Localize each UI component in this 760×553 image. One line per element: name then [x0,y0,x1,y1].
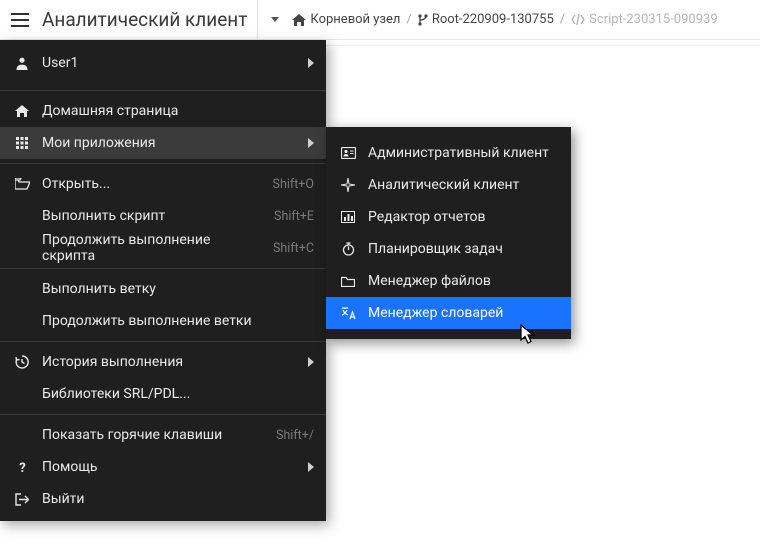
hamburger-icon [11,13,29,27]
chevron-right-icon [308,357,314,367]
menu-open-label: Открыть... [42,176,261,192]
menu-run-script-label: Выполнить скрипт [42,208,262,224]
menu-history-label: История выполнения [42,354,296,370]
menu-help-label: Помощь [42,459,296,475]
menu-hotkeys-shortcut: Shift+/ [276,428,314,443]
id-card-icon [340,147,356,159]
submenu-admin-client[interactable]: Административный клиент [326,137,571,169]
menu-open[interactable]: Открыть... Shift+O [0,168,326,200]
breadcrumb-root-label: Корневой узел [310,12,400,27]
menu-libraries-label: Библиотеки SRL/PDL... [42,386,314,402]
menu-exit-label: Выйти [42,491,314,507]
submenu-report-editor[interactable]: Редактор отчетов [326,201,571,233]
grid-icon [14,137,30,149]
menu-run-branch-label: Выполнить ветку [42,281,314,297]
menu-run-script-shortcut: Shift+E [274,209,314,224]
folder-icon [340,276,356,287]
top-bar: Аналитический клиент Корневой узел / Roo… [0,0,760,40]
help-icon: ? [14,461,30,474]
logout-icon [14,493,30,506]
menu-open-shortcut: Shift+O [273,177,314,192]
breadcrumb-node[interactable]: Root-220909-130755 [418,12,554,27]
menu-history[interactable]: История выполнения [0,346,326,378]
hamburger-menu-button[interactable] [6,6,34,34]
menu-user-label: User1 [42,55,296,71]
history-icon [14,355,30,369]
sparkle-icon [340,178,356,192]
title-dropdown-button[interactable] [266,6,284,34]
submenu-dictionary-manager-label: Менеджер словарей [368,305,559,321]
folder-open-icon [14,178,30,190]
menu-hotkeys-label: Показать горячие клавиши [42,427,264,443]
branch-icon [418,14,428,26]
main-menu: User1 Домашняя страница Мои приложения О… [0,40,326,521]
breadcrumb-script[interactable]: Script-230315-090939 [571,12,718,27]
menu-hotkeys[interactable]: Показать горячие клавиши Shift+/ [0,419,326,451]
menu-separator [0,414,326,415]
menu-my-apps-label: Мои приложения [42,135,296,151]
menu-libraries[interactable]: Библиотеки SRL/PDL... [0,378,326,410]
user-icon [14,56,30,70]
menu-home[interactable]: Домашняя страница [0,95,326,127]
menu-continue-script-label: Продолжить выполнение скрипта [42,232,261,264]
menu-home-label: Домашняя страница [42,103,314,119]
menu-separator [0,341,326,342]
submenu-analytic-client-label: Аналитический клиент [368,177,559,193]
menu-user[interactable]: User1 [0,40,326,86]
menu-continue-script-shortcut: Shift+C [273,241,314,256]
menu-continue-branch[interactable]: Продолжить выполнение ветки [0,305,326,337]
menu-run-branch[interactable]: Выполнить ветку [0,273,326,305]
caret-down-icon [271,17,279,22]
submenu-file-manager[interactable]: Менеджер файлов [326,265,571,297]
submenu-report-editor-label: Редактор отчетов [368,209,559,225]
code-icon [571,14,585,25]
submenu-scheduler[interactable]: Планировщик задач [326,233,571,265]
home-icon [14,105,30,117]
chevron-right-icon [308,462,314,472]
submenu-scheduler-label: Планировщик задач [368,241,559,257]
breadcrumb-separator: / [406,12,411,27]
stopwatch-icon [340,242,356,256]
translate-icon [340,307,356,320]
menu-continue-branch-label: Продолжить выполнение ветки [42,313,314,329]
menu-separator [0,163,326,164]
submenu-admin-client-label: Административный клиент [368,145,559,161]
chart-icon [340,211,356,223]
menu-separator [0,90,326,91]
menu-my-apps[interactable]: Мои приложения [0,127,326,159]
breadcrumb-node-label: Root-220909-130755 [432,12,554,27]
menu-separator [0,268,326,269]
app-title: Аналитический клиент [42,0,258,40]
chevron-right-icon [308,138,314,148]
chevron-right-icon [308,58,314,68]
menu-exit[interactable]: Выйти [0,483,326,515]
breadcrumb: Корневой узел / Root-220909-130755 / Scr… [292,12,717,27]
home-icon [292,14,306,26]
breadcrumb-script-label: Script-230315-090939 [589,12,718,27]
submenu-analytic-client[interactable]: Аналитический клиент [326,169,571,201]
menu-continue-script[interactable]: Продолжить выполнение скрипта Shift+C [0,232,326,264]
submenu-dictionary-manager[interactable]: Менеджер словарей [326,297,571,329]
submenu-file-manager-label: Менеджер файлов [368,273,559,289]
menu-run-script[interactable]: Выполнить скрипт Shift+E [0,200,326,232]
my-apps-submenu: Административный клиент Аналитический кл… [326,127,571,339]
breadcrumb-root[interactable]: Корневой узел [292,12,400,27]
breadcrumb-separator: / [560,12,565,27]
svg-text:?: ? [19,461,25,474]
menu-help[interactable]: ? Помощь [0,451,326,483]
